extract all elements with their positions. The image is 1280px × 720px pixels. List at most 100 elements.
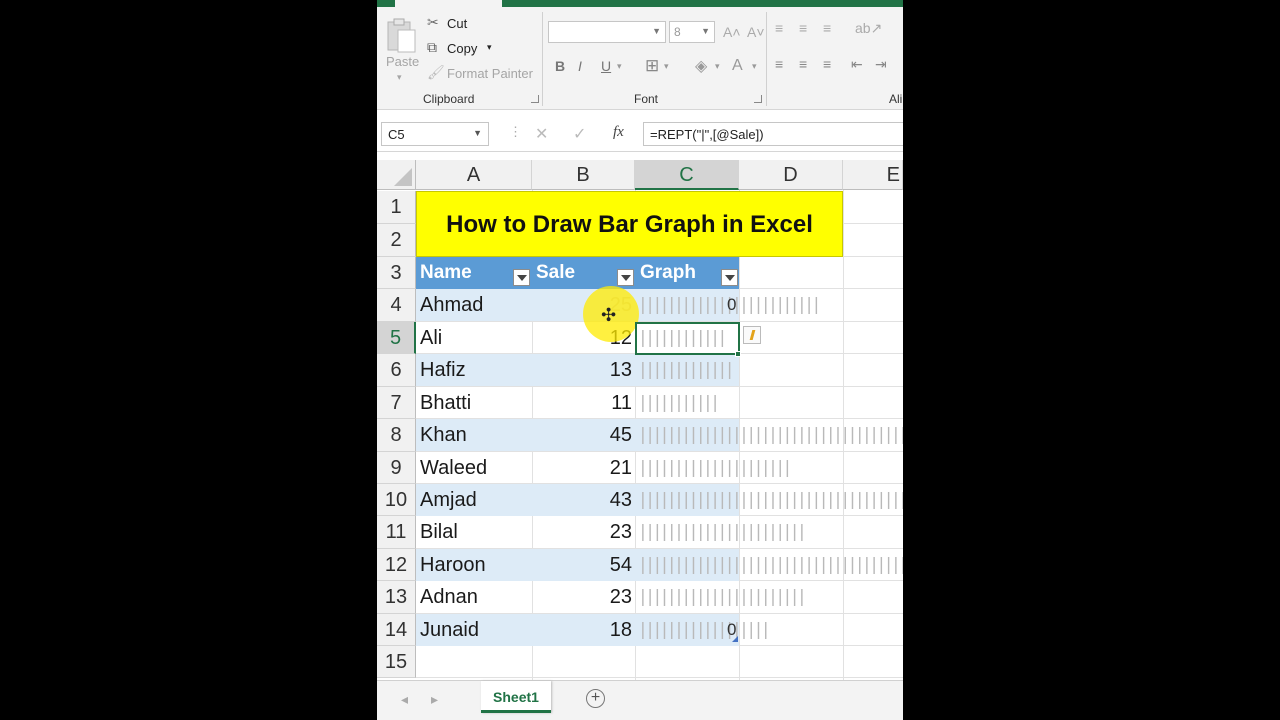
cell-name[interactable]: Waleed (420, 452, 487, 484)
increase-indent-icon[interactable]: ⇥ (875, 56, 887, 73)
name-box[interactable]: C5 ▼ (381, 122, 489, 146)
align-middle-icon[interactable]: ≡ (799, 20, 807, 36)
align-top-icon[interactable]: ≡ (775, 20, 783, 36)
font-color-icon[interactable]: A (732, 57, 743, 75)
select-all-button[interactable] (377, 160, 416, 190)
increase-font-icon[interactable]: A˄ (723, 24, 741, 40)
row-header-10[interactable]: 10 (377, 484, 416, 516)
cell-graph-bar[interactable]: ||||||||||| (640, 387, 903, 419)
cell-name[interactable]: Junaid (420, 614, 479, 646)
cell-name[interactable]: Ahmad (420, 289, 483, 321)
formula-input[interactable]: =REPT("|",[@Sale]) (643, 122, 903, 146)
fill-handle[interactable] (735, 351, 741, 357)
cell-name[interactable]: Bilal (420, 516, 458, 548)
align-center-icon[interactable]: ≡ (799, 56, 807, 72)
cell-sale[interactable]: 23 (532, 581, 632, 613)
decrease-indent-icon[interactable]: ⇤ (851, 56, 863, 73)
cell-name[interactable]: Adnan (420, 581, 478, 613)
cell-graph-bar[interactable]: ||||||||||||||||||||||||| (640, 289, 903, 321)
align-right-icon[interactable]: ≡ (823, 56, 831, 72)
scroll-left-icon[interactable]: ◂ (401, 691, 408, 708)
font-launcher-icon[interactable] (754, 95, 762, 103)
row-header-9[interactable]: 9 (377, 452, 416, 484)
bold-icon[interactable]: B (555, 58, 565, 74)
cell-graph-bar[interactable]: ||||||||||||||||||||||||||||||||||||||||… (640, 484, 903, 516)
row-header-7[interactable]: 7 (377, 387, 416, 419)
row-header-8[interactable]: 8 (377, 419, 416, 452)
row-header-12[interactable]: 12 (377, 549, 416, 581)
cell-sale[interactable]: 45 (532, 419, 632, 451)
cell-sale[interactable]: 18 (532, 614, 632, 646)
cell-name[interactable]: Khan (420, 419, 467, 451)
cancel-icon[interactable]: ✕ (535, 124, 548, 144)
fill-color-icon[interactable]: ◈ (695, 56, 707, 76)
cell-name[interactable]: Ali (420, 322, 442, 354)
format-painter-button[interactable]: 🖌 Format Painter (427, 64, 537, 84)
header-graph[interactable]: Graph (640, 257, 696, 289)
font-size-select[interactable]: 8 ▼ (669, 21, 715, 43)
cell-graph-bar[interactable]: ||||||||||||||||||||| (640, 452, 903, 484)
row-header-1[interactable]: 1 (377, 191, 416, 224)
chevron-down-icon[interactable]: ▾ (617, 61, 622, 72)
row-header-4[interactable]: 4 (377, 289, 416, 322)
filter-dropdown-icon[interactable] (513, 269, 530, 286)
insert-function-icon[interactable]: fx (613, 124, 624, 141)
cell-graph-bar[interactable]: ||||||||||||||||||||||| (640, 581, 903, 613)
cell-sale[interactable]: 13 (532, 354, 632, 386)
column-header-a[interactable]: A (416, 160, 532, 190)
column-header-e[interactable]: E (843, 160, 903, 190)
column-header-b[interactable]: B (532, 160, 635, 190)
cell-sale[interactable]: 23 (532, 516, 632, 548)
enter-icon[interactable]: ✓ (573, 124, 586, 144)
table-resize-handle[interactable] (732, 636, 738, 642)
cell-sale[interactable]: 43 (532, 484, 632, 516)
row-header-3[interactable]: 3 (377, 257, 416, 289)
title-banner[interactable]: How to Draw Bar Graph in Excel (416, 191, 843, 257)
chevron-down-icon[interactable]: ▾ (752, 61, 757, 72)
row-header-14[interactable]: 14 (377, 614, 416, 646)
cut-button[interactable]: ✂ Cut (427, 14, 487, 34)
copy-button[interactable]: ⧉ Copy ▾ (427, 39, 507, 59)
autofill-options-icon[interactable] (743, 326, 761, 344)
chevron-down-icon[interactable]: ▾ (715, 61, 720, 72)
cell-sale[interactable]: 54 (532, 549, 632, 581)
row-header-11[interactable]: 11 (377, 516, 416, 549)
align-left-icon[interactable]: ≡ (775, 56, 783, 72)
cell-graph-bar[interactable]: ||||||||||||||||||||||||||||||||||||||||… (640, 549, 903, 581)
decrease-font-icon[interactable]: A˅ (747, 24, 765, 40)
filter-dropdown-icon[interactable] (721, 269, 738, 286)
row-header-2[interactable]: 2 (377, 224, 416, 257)
column-header-d[interactable]: D (739, 160, 843, 190)
filter-dropdown-icon[interactable] (617, 269, 634, 286)
cell-name[interactable]: Bhatti (420, 387, 471, 419)
chevron-down-icon[interactable]: ▾ (664, 61, 669, 72)
header-name[interactable]: Name (420, 257, 472, 289)
align-bottom-icon[interactable]: ≡ (823, 20, 831, 36)
tab-sheet1[interactable]: Sheet1 (481, 681, 551, 713)
font-name-select[interactable]: ▼ (548, 21, 666, 43)
active-cell-selection[interactable] (635, 322, 740, 355)
cell-sale[interactable]: 11 (532, 387, 632, 419)
italic-icon[interactable]: I (578, 58, 582, 74)
row-header-15[interactable]: 15 (377, 646, 416, 678)
orientation-icon[interactable]: ab↗ (855, 20, 882, 37)
cell-name[interactable]: Hafiz (420, 354, 466, 386)
borders-icon[interactable]: ⊞ (645, 56, 659, 76)
header-sale[interactable]: Sale (536, 257, 575, 289)
cell-graph-bar[interactable]: ||||||||||||||||||||||||||||||||||||||||… (640, 419, 903, 451)
row-header-5[interactable]: 5 (377, 322, 416, 354)
row-header-13[interactable]: 13 (377, 581, 416, 614)
row-header-6[interactable]: 6 (377, 354, 416, 387)
cell-name[interactable]: Haroon (420, 549, 486, 581)
cell-name[interactable]: Amjad (420, 484, 477, 516)
cell-sale[interactable]: 21 (532, 452, 632, 484)
underline-icon[interactable]: U (601, 58, 611, 74)
cell-graph-bar[interactable]: |||||||||||||||||| (640, 614, 903, 646)
column-header-c[interactable]: C (635, 160, 739, 190)
paste-button[interactable]: Paste ▾ (383, 14, 419, 86)
scroll-right-icon[interactable]: ▸ (431, 691, 438, 708)
clipboard-launcher-icon[interactable] (531, 95, 539, 103)
cell-graph-bar[interactable]: ||||||||||||||||||||||| (640, 516, 903, 548)
cell-graph-bar[interactable]: ||||||||||||| (640, 354, 903, 386)
add-sheet-icon[interactable]: + (586, 689, 605, 708)
